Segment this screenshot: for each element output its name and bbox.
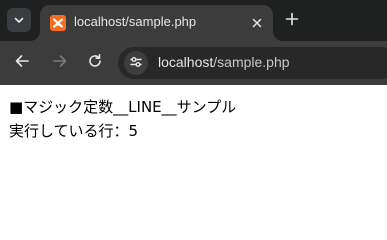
xampp-icon — [50, 15, 66, 31]
tab-title: localhost/sample.php — [74, 14, 197, 29]
browser-toolbar: localhost/sample.php — [0, 41, 387, 85]
tab-search-button[interactable] — [7, 8, 31, 32]
close-icon[interactable] — [249, 15, 265, 31]
page-content: ■マジック定数__LINE__サンプル 実行している行：5 — [0, 85, 387, 211]
reload-button[interactable] — [84, 52, 106, 74]
reload-icon — [87, 53, 103, 73]
plus-icon — [285, 11, 299, 30]
result-line: 実行している行：5 — [9, 122, 139, 140]
chevron-down-icon — [13, 11, 25, 30]
forward-button[interactable] — [49, 52, 71, 74]
tab-strip: localhost/sample.php — [0, 0, 387, 41]
heading-line: ■マジック定数__LINE__サンプル — [9, 98, 237, 116]
address-bar[interactable]: localhost/sample.php — [118, 47, 387, 79]
url-path: /sample.php — [213, 54, 290, 70]
back-button[interactable] — [11, 52, 33, 74]
url-text[interactable]: localhost/sample.php — [158, 54, 290, 70]
site-info-button[interactable] — [124, 51, 148, 75]
url-host: localhost — [158, 54, 214, 70]
new-tab-button[interactable] — [283, 11, 301, 29]
arrow-left-icon — [14, 53, 30, 73]
arrow-right-icon — [52, 53, 68, 73]
tab-active[interactable]: localhost/sample.php — [40, 5, 273, 41]
browser-window: localhost/sample.php localhost/sample.ph… — [0, 0, 387, 211]
tune-icon — [129, 54, 143, 73]
